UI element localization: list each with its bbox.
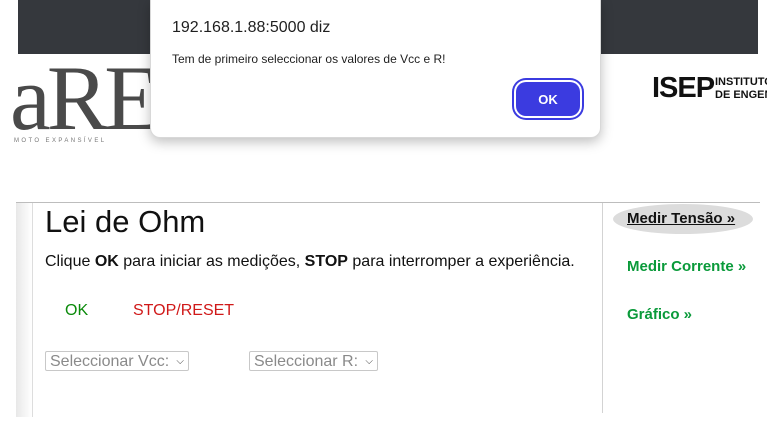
vcc-select-value: Seleccionar Vcc: — [50, 352, 170, 370]
site-logo-tagline: MOTO EXPANSÍVEL — [14, 138, 107, 144]
content-left-divider — [32, 203, 33, 417]
ok-button[interactable]: OK — [65, 302, 88, 320]
isep-logo[interactable]: ISEP INSTITUTO DE ENGENHARIA — [652, 72, 767, 104]
instructions-ok-keyword: OK — [94, 253, 119, 270]
alert-dialog: 192.168.1.88:5000 diz Tem de primeiro se… — [150, 0, 601, 138]
page-title: Lei de Ohm — [45, 204, 206, 239]
isep-logo-subtitle: INSTITUTO DE ENGENHARIA — [715, 76, 767, 102]
chevron-down-icon: ⌵ — [365, 355, 373, 367]
alert-dialog-title: 192.168.1.88:5000 diz — [172, 19, 331, 36]
nav-medir-tensao[interactable]: Medir Tensão » — [627, 210, 735, 227]
r-select[interactable]: Seleccionar R: ⌵ — [249, 351, 378, 371]
stop-reset-button[interactable]: STOP/RESET — [133, 302, 234, 320]
instructions-part: para interromper a experiência. — [347, 253, 575, 270]
vcc-select[interactable]: Seleccionar Vcc: ⌵ — [45, 351, 189, 371]
isep-logo-line-1: INSTITUTO — [715, 76, 767, 88]
isep-logo-line-2: DE ENGENHARIA — [715, 89, 767, 101]
alert-ok-button[interactable]: OK — [516, 82, 580, 116]
top-bar-edge — [0, 0, 18, 54]
nav-medir-corrente[interactable]: Medir Corrente » — [627, 258, 746, 275]
instructions-text: Clique OK para iniciar as medições, STOP… — [45, 253, 575, 271]
instructions-stop-keyword: STOP — [304, 253, 348, 270]
r-select-value: Seleccionar R: — [254, 352, 359, 370]
content-left-edge — [16, 203, 32, 417]
alert-dialog-message: Tem de primeiro seleccionar os valores d… — [172, 52, 446, 66]
content-right-divider — [602, 203, 603, 413]
instructions-part: para iniciar as medições, — [118, 253, 305, 270]
site-logo[interactable]: aRE — [10, 52, 160, 144]
instructions-part: Clique — [45, 253, 95, 270]
isep-logo-text: ISEP — [652, 72, 715, 104]
nav-grafico[interactable]: Gráfico » — [627, 306, 692, 323]
chevron-down-icon: ⌵ — [176, 355, 184, 367]
